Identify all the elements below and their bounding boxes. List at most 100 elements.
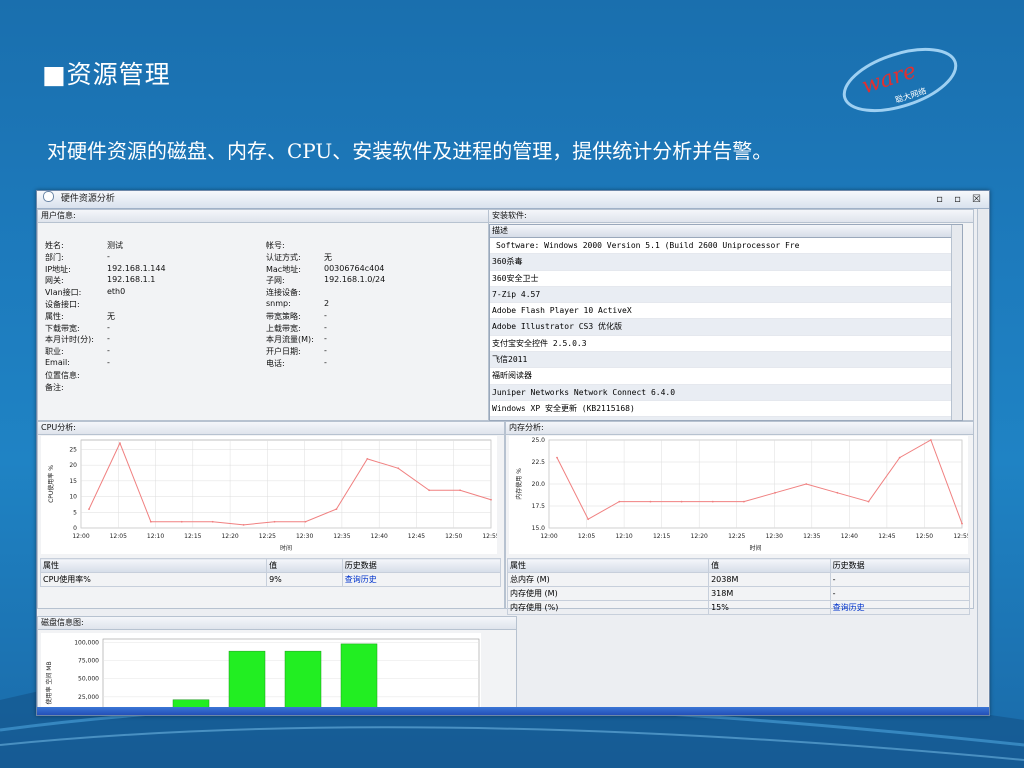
main-scrollbar[interactable] xyxy=(977,209,988,715)
y-tick-label: 20.0 xyxy=(532,481,546,488)
x-tick-label: 12:25 xyxy=(728,533,745,540)
y-tick-label: 15 xyxy=(69,478,77,485)
x-tick-label: 12:40 xyxy=(841,533,858,540)
window-controls[interactable]: ▫ ▫ ☒ xyxy=(936,191,985,208)
field-label: 本月流量(M): xyxy=(266,335,314,345)
software-row[interactable]: Software: Windows 2000 Version 5.1 (Buil… xyxy=(490,238,962,255)
table-cell: 总内存 (M) xyxy=(506,572,710,587)
field-value: 192.168.1.1 xyxy=(107,275,156,285)
history-link[interactable]: 查询历史 xyxy=(829,600,971,615)
slide-title: ■资源管理 xyxy=(42,60,171,89)
software-row[interactable]: 360安全卫士 xyxy=(490,271,962,287)
column-header[interactable]: 属性 xyxy=(506,558,710,573)
field-label: Vlan接口: xyxy=(45,288,82,298)
y-tick-label: 25 xyxy=(69,446,77,453)
field-label: 子网: xyxy=(266,276,285,286)
software-row[interactable]: Adobe Illustrator CS3 优化版 xyxy=(490,319,962,336)
column-header[interactable]: 属性 xyxy=(39,558,268,573)
data-point xyxy=(211,520,214,523)
field-value: - xyxy=(324,310,327,320)
x-tick-label: 12:55 xyxy=(953,533,968,540)
x-axis-label: 时间 xyxy=(749,544,761,552)
software-row[interactable]: 福昕阅读器 xyxy=(490,368,962,385)
x-tick-label: 12:55 xyxy=(482,533,497,540)
table-cell: 318M xyxy=(708,586,831,601)
data-point xyxy=(397,467,400,470)
field-label: Email: xyxy=(45,358,70,367)
table-row: 内存使用 (%) 15% 查询历史 xyxy=(506,600,971,615)
y-tick-label: 17.5 xyxy=(532,503,546,510)
field-label: 位置信息: xyxy=(45,370,80,380)
x-tick-label: 12:45 xyxy=(878,533,895,540)
field-label: 开户日期: xyxy=(266,347,301,357)
data-point xyxy=(335,508,338,511)
field-label: IP地址: xyxy=(45,264,71,274)
column-header[interactable]: 值 xyxy=(708,558,831,573)
x-tick-label: 12:50 xyxy=(916,533,933,540)
software-row[interactable]: 支付宝安全控件 2.5.0.3 xyxy=(490,336,962,353)
taskbar[interactable] xyxy=(37,707,989,715)
x-tick-label: 12:30 xyxy=(766,533,783,540)
x-tick-label: 12:10 xyxy=(147,533,164,540)
field-value: 无 xyxy=(107,311,115,321)
y-tick-label: 20 xyxy=(69,462,77,469)
field-label: 电话: xyxy=(266,359,285,368)
x-tick-label: 12:15 xyxy=(653,533,670,540)
data-point xyxy=(867,500,870,503)
y-tick-label: 25,000 xyxy=(78,694,99,701)
x-tick-label: 12:05 xyxy=(110,533,127,540)
field-value: - xyxy=(324,358,327,367)
y-tick-label: 75,000 xyxy=(78,658,99,665)
x-tick-label: 12:00 xyxy=(72,533,89,540)
field-value: 无 xyxy=(324,252,332,262)
software-row[interactable]: 360杀毒 xyxy=(490,254,962,271)
y-tick-label: 50,000 xyxy=(78,676,99,683)
software-table: 描述 Software: Windows 2000 Version 5.1 (B… xyxy=(489,224,963,421)
software-row[interactable]: Windows XP 安全更新 (KB2115168) xyxy=(490,401,962,418)
software-column-header[interactable]: 描述 xyxy=(490,225,962,238)
software-row[interactable]: 7-Zip 4.57 xyxy=(490,286,962,304)
x-tick-label: 12:20 xyxy=(691,533,708,540)
data-point xyxy=(929,439,932,441)
field-label: 职业: xyxy=(45,347,64,357)
column-header[interactable]: 历史数据 xyxy=(341,558,502,573)
memory-line-chart: 12:00 12:05 12:10 12:15 12:20 12:25 12:30 12:35… xyxy=(509,436,968,554)
history-link[interactable]: 查询历史 xyxy=(341,572,502,587)
table-cell: - xyxy=(829,586,971,601)
app-icon xyxy=(43,191,54,202)
table-cell: 9% xyxy=(266,572,343,587)
data-point xyxy=(428,489,431,492)
field-value: 测试 xyxy=(107,241,123,250)
software-scrollbar[interactable] xyxy=(951,225,962,420)
field-label: 设备接口: xyxy=(45,300,80,309)
y-axis-label: 内存使用 % xyxy=(515,468,523,500)
column-header[interactable]: 值 xyxy=(266,558,343,573)
table-row: 总内存 (M) 2038M - xyxy=(506,572,971,587)
field-label: 连接设备: xyxy=(266,288,301,298)
table-row: CPU使用率% 9% 查询历史 xyxy=(39,572,502,587)
field-label: Mac地址: xyxy=(266,264,301,274)
x-tick-label: 12:35 xyxy=(333,533,350,540)
field-value: - xyxy=(107,358,110,367)
x-axis-label: 时间 xyxy=(280,544,292,552)
field-label: 属性: xyxy=(45,311,64,321)
software-row[interactable]: 飞信2011 xyxy=(490,352,962,369)
data-point xyxy=(556,456,558,459)
table-cell: 15% xyxy=(708,600,831,615)
software-row[interactable]: Juniper Networks Network Connect 6.4.0 xyxy=(490,384,962,401)
software-row[interactable]: Adobe Flash Player 10 ActiveX xyxy=(490,303,962,320)
field-label: 本月计时(分): xyxy=(45,335,94,345)
table-cell: - xyxy=(829,572,971,587)
user-info-header: 用户信息: xyxy=(38,210,488,223)
y-axis-label: CPU使用率 % xyxy=(47,465,55,503)
field-value: - xyxy=(324,346,327,356)
field-value: - xyxy=(107,251,110,261)
data-point xyxy=(366,457,369,460)
data-point xyxy=(119,442,121,445)
column-header[interactable]: 历史数据 xyxy=(829,558,971,573)
disk-header: 磁盘信息图: xyxy=(38,617,516,630)
y-tick-label: 100,000 xyxy=(74,639,99,646)
data-point xyxy=(88,508,90,511)
x-tick-label: 12:45 xyxy=(408,533,425,540)
memory-header: 内存分析: xyxy=(506,422,973,435)
